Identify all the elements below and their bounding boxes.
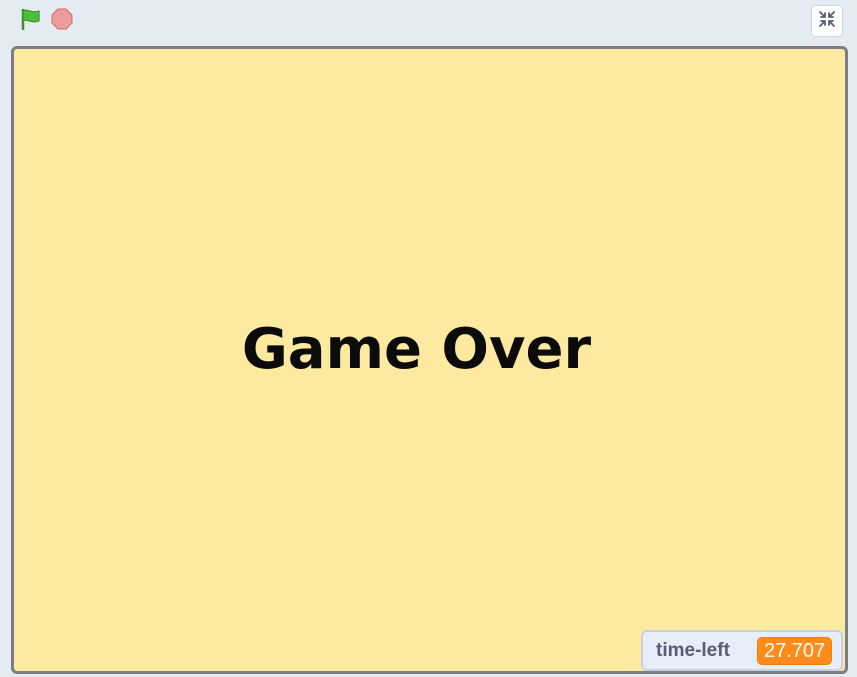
game-stage[interactable]: Game Over time-left 27.707 (11, 46, 848, 674)
green-flag-icon (18, 8, 42, 35)
game-over-text: Game Over (241, 317, 592, 382)
exit-fullscreen-button[interactable] (811, 5, 843, 37)
stop-sign-icon (51, 8, 73, 35)
variable-monitor[interactable]: time-left 27.707 (641, 630, 843, 671)
green-flag-button[interactable] (16, 8, 44, 34)
monitor-value: 27.707 (757, 637, 833, 665)
monitor-label: time-left (656, 640, 730, 661)
stop-button[interactable] (49, 8, 75, 34)
stage-toolbar (0, 0, 857, 42)
exit-fullscreen-icon (818, 10, 836, 33)
